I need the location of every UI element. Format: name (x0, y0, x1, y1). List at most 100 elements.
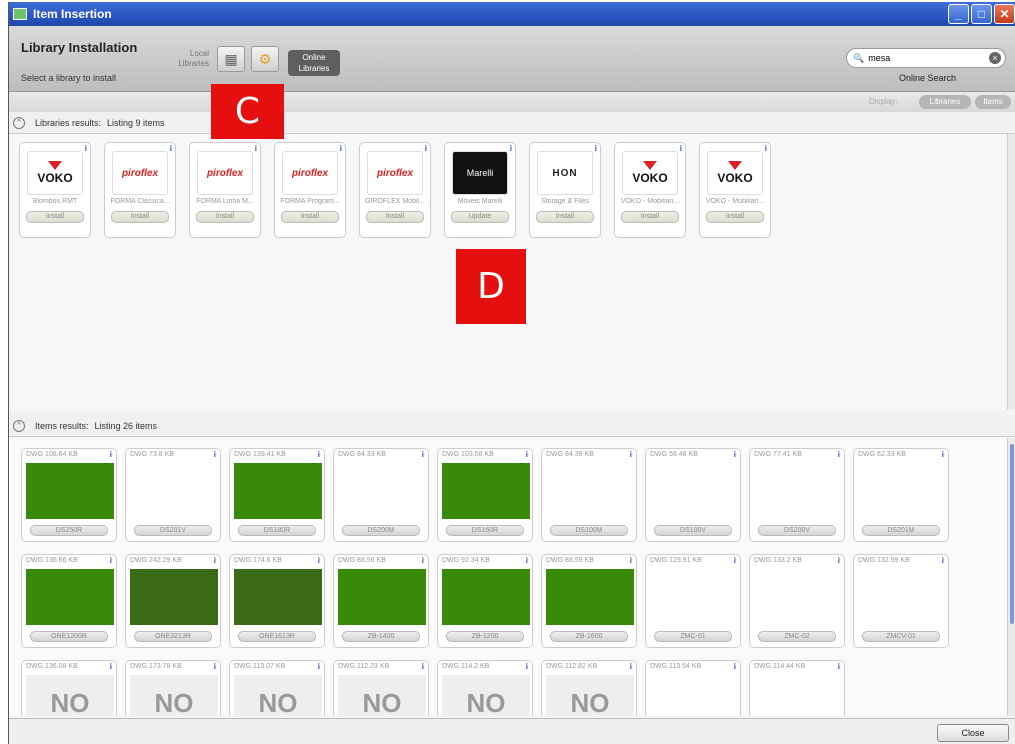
libraries-scrollbar[interactable] (1007, 134, 1015, 409)
info-icon[interactable]: i (110, 662, 112, 671)
info-icon[interactable]: i (425, 144, 427, 153)
library-card[interactable]: i HON Storage & Files Install (529, 142, 601, 238)
info-icon[interactable]: i (318, 556, 320, 565)
item-card[interactable]: DWG 129.91 KB i ZMC-01 (645, 554, 741, 648)
library-card[interactable]: i piroflex FORMA Program... Install (274, 142, 346, 238)
info-icon[interactable]: i (214, 556, 216, 565)
items-scrollbar[interactable] (1007, 438, 1015, 716)
item-thumbnail (234, 569, 322, 625)
info-icon[interactable]: i (170, 144, 172, 153)
library-card[interactable]: i piroflex FORMA Linha M... Install (189, 142, 261, 238)
library-action-button[interactable]: Install (26, 211, 84, 223)
info-icon[interactable]: i (510, 144, 512, 153)
window-close-button[interactable]: ✕ (994, 4, 1015, 24)
library-action-button[interactable]: Update (451, 211, 509, 223)
library-card[interactable]: i piroflex FORMA Clássica... Install (104, 142, 176, 238)
info-icon[interactable]: i (526, 556, 528, 565)
online-libraries-button[interactable]: Online Libraries (288, 50, 340, 76)
info-icon[interactable]: i (255, 144, 257, 153)
info-icon[interactable]: i (765, 144, 767, 153)
library-manager-button[interactable]: ⚙ (251, 46, 279, 72)
item-card[interactable]: DWG 112.23 KB i NO (333, 660, 429, 716)
item-card[interactable]: DWG 103.58 KB i DS160R (437, 448, 533, 542)
item-card[interactable]: DWG 62.33 KB i DS201M (853, 448, 949, 542)
item-card[interactable]: DWG 108.64 KB i DS250R (21, 448, 117, 542)
item-card[interactable]: DWG 114.44 KB i (749, 660, 845, 716)
info-icon[interactable]: i (110, 556, 112, 565)
info-icon[interactable]: i (838, 556, 840, 565)
library-action-button[interactable]: Install (281, 211, 339, 223)
maximize-button[interactable]: □ (971, 4, 992, 24)
info-icon[interactable]: i (110, 450, 112, 459)
library-action-button[interactable]: Install (196, 211, 254, 223)
collapse-libraries-icon[interactable]: ^ (13, 116, 25, 129)
display-items-toggle[interactable]: Items (975, 95, 1011, 109)
library-action-button[interactable]: Install (621, 211, 679, 223)
info-icon[interactable]: i (318, 450, 320, 459)
item-card[interactable]: DWG 113.07 KB i NO (229, 660, 325, 716)
info-icon[interactable]: i (85, 144, 87, 153)
info-icon[interactable]: i (526, 450, 528, 459)
info-icon[interactable]: i (318, 662, 320, 671)
search-input[interactable]: mesa (868, 53, 890, 63)
libraries-results-count: Listing 9 items (107, 117, 165, 128)
item-card[interactable]: DWG 77.41 KB i DS200V (749, 448, 845, 542)
item-card[interactable]: DWG 173.78 KB i NO (125, 660, 221, 716)
clear-search-icon[interactable]: × (989, 52, 1001, 64)
item-card[interactable]: DWG 84.33 KB i DS200M (333, 448, 429, 542)
info-icon[interactable]: i (630, 662, 632, 671)
info-icon[interactable]: i (942, 556, 944, 565)
item-card[interactable]: DWG 174.6 KB i ONE1613R (229, 554, 325, 648)
info-icon[interactable]: i (838, 662, 840, 671)
display-libraries-toggle[interactable]: Libraries (919, 95, 971, 109)
collapse-items-icon[interactable]: ^ (13, 419, 25, 432)
library-action-button[interactable]: Install (366, 211, 424, 223)
info-icon[interactable]: i (734, 662, 736, 671)
info-icon[interactable]: i (942, 450, 944, 459)
item-card[interactable]: DWG 242.29 KB i ONE3213R (125, 554, 221, 648)
item-card[interactable]: DWG 133.2 KB i ZMC-02 (749, 554, 845, 648)
items-scrollbar-thumb[interactable] (1010, 444, 1014, 624)
item-card[interactable]: DWG 112.82 KB i NO (541, 660, 637, 716)
info-icon[interactable]: i (422, 450, 424, 459)
item-card[interactable]: DWG 84.39 KB i DS100M (541, 448, 637, 542)
info-icon[interactable]: i (526, 662, 528, 671)
item-card[interactable]: DWG 136.08 KB i NO (21, 660, 117, 716)
local-libraries-button[interactable]: ▦ (217, 46, 245, 72)
library-card[interactable]: i Marelli Móveis Marelli Update (444, 142, 516, 238)
header-title: Library Installation (21, 40, 138, 55)
item-card[interactable]: DWG 88.56 KB i ZB-1400 (333, 554, 429, 648)
info-icon[interactable]: i (422, 662, 424, 671)
search-field[interactable]: 🔍 mesa × (846, 48, 1006, 68)
library-card[interactable]: i VOKO Biombos RMT Install (19, 142, 91, 238)
item-card[interactable]: DWG 73.8 KB i DS201V (125, 448, 221, 542)
item-card[interactable]: DWG 88.59 KB i ZB-1600 (541, 554, 637, 648)
close-button[interactable]: Close (937, 724, 1009, 742)
info-icon[interactable]: i (734, 450, 736, 459)
item-card[interactable]: DWG 139.41 KB i DS180R (229, 448, 325, 542)
minimize-button[interactable]: _ (948, 4, 969, 24)
library-action-button[interactable]: Install (536, 211, 594, 223)
library-card[interactable]: i VOKO VOKO - Mobiliári... Install (614, 142, 686, 238)
item-card[interactable]: DWG 113.54 KB i (645, 660, 741, 716)
info-icon[interactable]: i (595, 144, 597, 153)
item-card[interactable]: DWG 114.2 KB i NO (437, 660, 533, 716)
item-card[interactable]: DWG 136.66 KB i ONE1200R (21, 554, 117, 648)
library-action-button[interactable]: Install (706, 211, 764, 223)
info-icon[interactable]: i (340, 144, 342, 153)
info-icon[interactable]: i (734, 556, 736, 565)
item-card[interactable]: DWG 92.34 KB i ZB-1200 (437, 554, 533, 648)
library-card[interactable]: i VOKO VOKO - Mobiliári... Install (699, 142, 771, 238)
info-icon[interactable]: i (422, 556, 424, 565)
info-icon[interactable]: i (214, 450, 216, 459)
info-icon[interactable]: i (630, 556, 632, 565)
info-icon[interactable]: i (630, 450, 632, 459)
item-thumbnail (442, 463, 530, 519)
info-icon[interactable]: i (680, 144, 682, 153)
info-icon[interactable]: i (214, 662, 216, 671)
item-card[interactable]: DWG 56.48 KB i DS100V (645, 448, 741, 542)
library-card[interactable]: i piroflex GIROFLEX Mobil... Install (359, 142, 431, 238)
library-action-button[interactable]: Install (111, 211, 169, 223)
info-icon[interactable]: i (838, 450, 840, 459)
item-card[interactable]: DWG 132.99 KB i ZMCV-01 (853, 554, 949, 648)
